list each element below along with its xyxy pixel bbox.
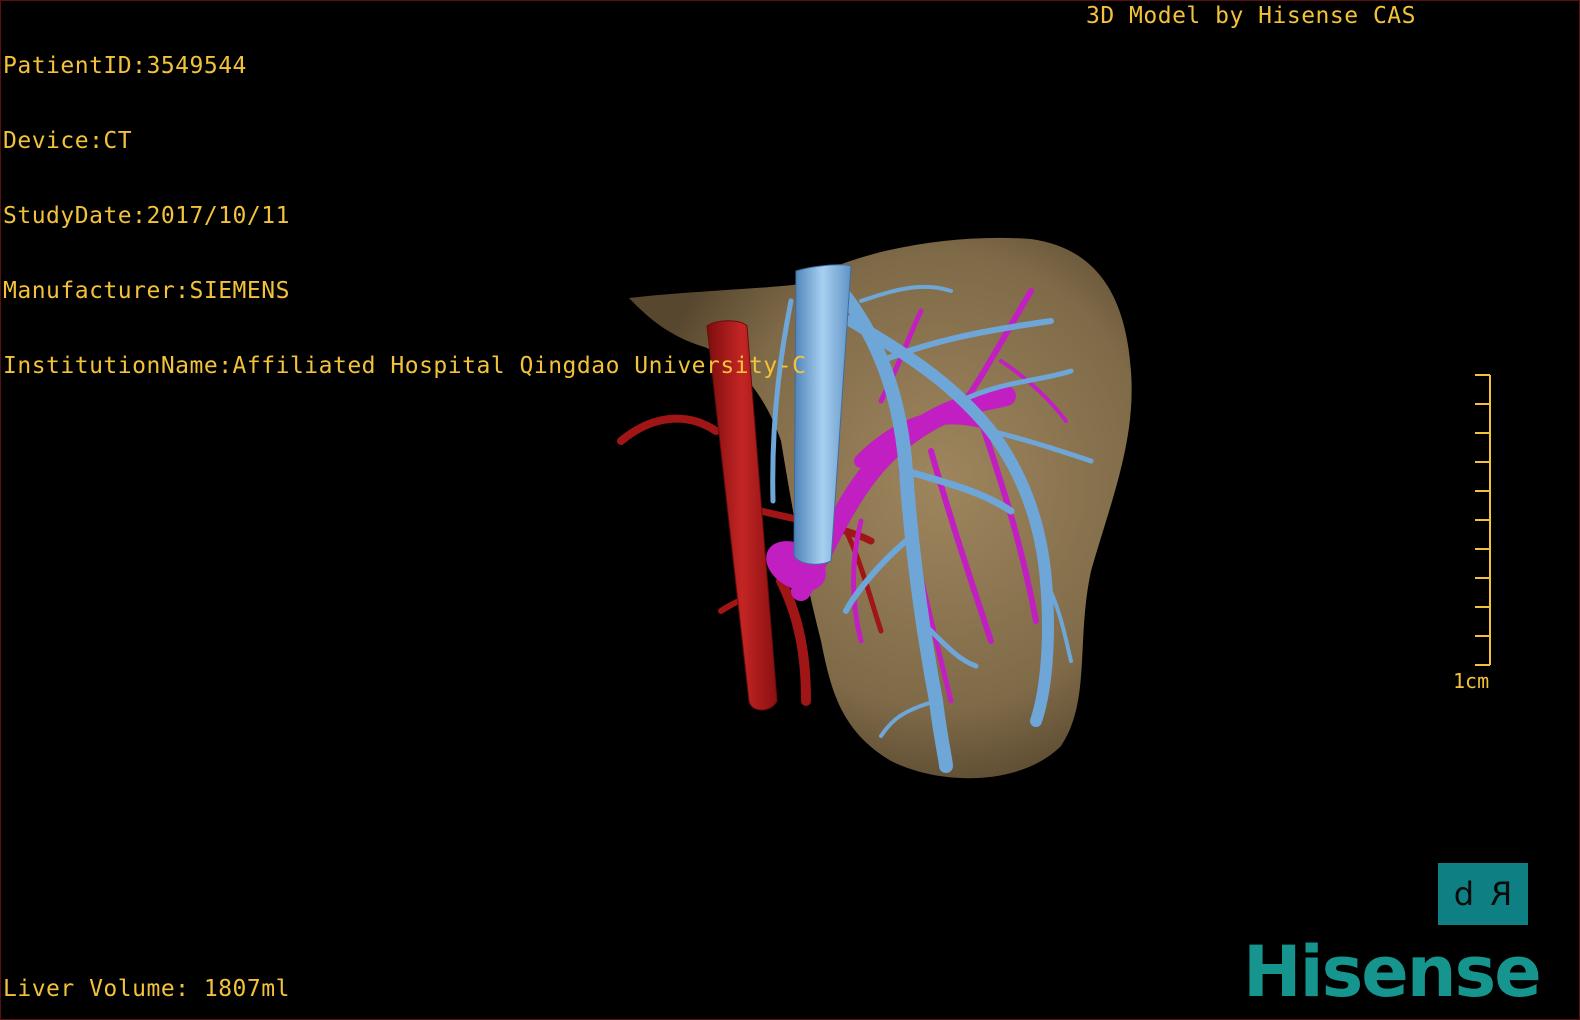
orientation-right-glyph: R [1490, 875, 1513, 913]
3d-viewport[interactable]: PatientID:3549544 Device:CT StudyDate:20… [0, 0, 1580, 1020]
scale-bar [1475, 374, 1491, 666]
manufacturer: Manufacturer:SIEMENS [3, 278, 290, 304]
orientation-left-glyph: d [1453, 875, 1475, 913]
device: Device:CT [3, 128, 133, 154]
institution-name: InstitutionName:Affiliated Hospital Qing… [3, 353, 807, 379]
hisense-logo: Hisense [1243, 931, 1542, 1013]
orientation-cube[interactable]: d R [1438, 863, 1528, 925]
model-credit: 3D Model by Hisense CAS [1086, 3, 1416, 29]
scale-label: 1cm [1453, 669, 1490, 693]
liver-volume: Liver Volume: 1807ml [3, 976, 290, 1002]
patient-info-panel: PatientID:3549544 Device:CT StudyDate:20… [3, 4, 806, 429]
patient-id: PatientID:3549544 [3, 53, 247, 79]
study-date: StudyDate:2017/10/11 [3, 203, 290, 229]
